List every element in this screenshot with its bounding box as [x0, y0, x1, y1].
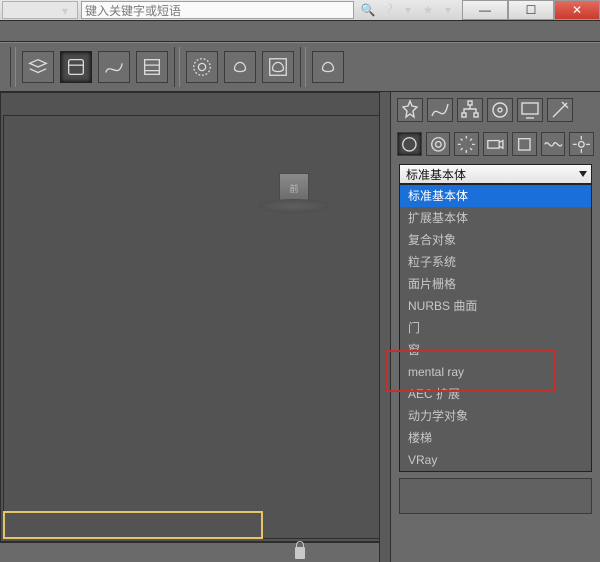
- subtab-shapes[interactable]: [426, 132, 451, 156]
- create-subtabs: [391, 126, 600, 160]
- viewport-frame: [3, 115, 387, 539]
- render-icon[interactable]: [312, 51, 344, 83]
- list-item[interactable]: 楼梯: [400, 427, 591, 449]
- command-panel-tabs: [391, 92, 600, 126]
- schematic-icon[interactable]: [186, 51, 218, 83]
- star-icon[interactable]: ★: [420, 2, 436, 18]
- chevron-down-icon: [579, 171, 587, 177]
- dropdown-selected-label: 标准基本体: [406, 166, 466, 183]
- subtab-helpers[interactable]: [512, 132, 537, 156]
- list-item[interactable]: 动力学对象: [400, 405, 591, 427]
- list-item[interactable]: 面片栅格: [400, 273, 591, 295]
- toolbar-divider: [10, 47, 16, 87]
- material-icon[interactable]: [224, 51, 256, 83]
- minimize-button[interactable]: —: [462, 0, 508, 20]
- toolbar-divider: [300, 47, 306, 87]
- geometry-category-dropdown[interactable]: 标准基本体: [399, 164, 592, 184]
- list-item[interactable]: 扩展基本体: [400, 207, 591, 229]
- list-item[interactable]: mental ray: [400, 361, 591, 383]
- window-controls: — ☐ ✕: [462, 0, 600, 20]
- dropdown-icon[interactable]: ▾: [400, 2, 416, 18]
- geometry-category-list[interactable]: 标准基本体 扩展基本体 复合对象 粒子系统 面片栅格 NURBS 曲面 门 窗 …: [399, 184, 592, 472]
- search-placeholder: 键入关键字或短语: [85, 2, 181, 19]
- material-browser-icon[interactable]: [262, 51, 294, 83]
- object-type-rollout: [399, 478, 592, 514]
- subtab-geometry[interactable]: [397, 132, 422, 156]
- tab-display[interactable]: [517, 98, 543, 122]
- list-item[interactable]: 门: [400, 317, 591, 339]
- tab-utilities[interactable]: [547, 98, 573, 122]
- tab-modify[interactable]: [427, 98, 453, 122]
- search-input[interactable]: 键入关键字或短语: [81, 1, 354, 19]
- tab-motion[interactable]: [487, 98, 513, 122]
- toolbar-divider: [174, 47, 180, 87]
- tab-hierarchy[interactable]: [457, 98, 483, 122]
- list-item[interactable]: 粒子系统: [400, 251, 591, 273]
- curve-editor-icon[interactable]: [98, 51, 130, 83]
- chevron-down-icon[interactable]: ▾: [440, 2, 456, 18]
- list-item[interactable]: 窗: [400, 339, 591, 361]
- list-item[interactable]: AEC 扩展: [400, 383, 591, 405]
- tab-create[interactable]: [397, 98, 423, 122]
- list-item[interactable]: 复合对象: [400, 229, 591, 251]
- layers-icon[interactable]: [22, 51, 54, 83]
- command-panel: 标准基本体 标准基本体 扩展基本体 复合对象 粒子系统 面片栅格 NURBS 曲…: [390, 92, 600, 562]
- view-cube-compass[interactable]: [259, 199, 329, 213]
- close-button[interactable]: ✕: [554, 0, 600, 20]
- view-cube[interactable]: 前: [259, 173, 329, 218]
- title-bar: ▾ 键入关键字或短语 🔍 ❔ ▾ ★ ▾ — ☐ ✕: [0, 0, 600, 20]
- help-icon[interactable]: ❔: [380, 2, 396, 18]
- menu-bar-area: [0, 20, 600, 42]
- dope-sheet-icon[interactable]: [136, 51, 168, 83]
- maximize-button[interactable]: ☐: [508, 0, 554, 20]
- subtab-spacewarps[interactable]: [541, 132, 566, 156]
- list-item[interactable]: NURBS 曲面: [400, 295, 591, 317]
- qat-icon[interactable]: ▾: [62, 4, 74, 16]
- subtab-cameras[interactable]: [483, 132, 508, 156]
- active-viewport-outline: [3, 511, 263, 539]
- quick-access: ▾: [2, 1, 78, 19]
- viewport-area[interactable]: 前: [0, 92, 390, 542]
- layer-manager-icon[interactable]: [60, 51, 92, 83]
- subtab-systems[interactable]: [569, 132, 594, 156]
- list-item[interactable]: VRay: [400, 449, 591, 471]
- subtab-lights[interactable]: [454, 132, 479, 156]
- binoculars-icon[interactable]: 🔍: [360, 2, 376, 18]
- search-tool-icons: 🔍 ❔ ▾ ★ ▾: [360, 2, 456, 18]
- panel-scroll-gutter[interactable]: [379, 92, 391, 562]
- main-toolbar: [0, 42, 600, 92]
- lock-icon[interactable]: [295, 547, 305, 559]
- list-item[interactable]: 标准基本体: [400, 185, 591, 207]
